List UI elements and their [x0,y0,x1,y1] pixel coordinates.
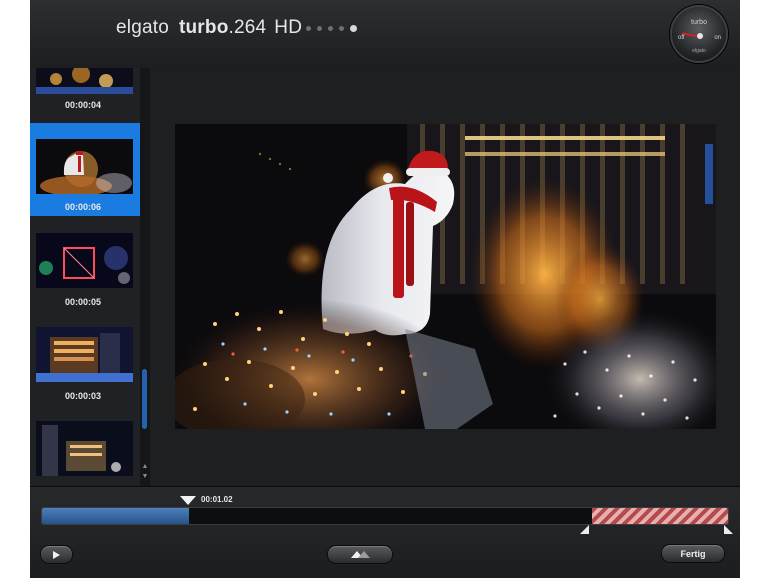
page-dot[interactable] [339,26,344,31]
scroll-down-arrow-icon[interactable]: ▼ [141,473,149,481]
turbo-power-gauge[interactable]: turbo off on elgato [670,5,728,63]
clip-item[interactable]: 00:00:05 [30,218,140,311]
clip-item[interactable]: 00:00:03 [30,312,140,405]
scroll-up-arrow-icon[interactable]: ▲ [141,463,149,471]
clip-list: 00:00:04 00:00:06 00:00:05 00:00:03 [30,68,140,486]
clip-item[interactable]: 00:00:04 [30,68,140,121]
timeline-scrubber[interactable] [41,507,729,525]
page-dot[interactable] [328,26,333,31]
trim-end-handle-icon[interactable] [580,525,589,534]
clip-thumbnail [36,139,133,194]
gauge-label-on: on [714,35,721,41]
timeline-end-handle-icon[interactable] [724,525,733,534]
playhead-marker-icon[interactable] [180,496,196,505]
page-indicator [306,25,357,32]
play-button[interactable] [40,545,73,564]
clip-duration: 00:00:05 [64,297,102,307]
page-dot[interactable] [306,26,311,31]
clip-thumbnail [36,233,133,288]
scrollbar-thumb[interactable] [142,369,147,429]
clip-duration: 00:00:04 [64,100,102,110]
trim-button[interactable] [327,545,393,564]
gauge-label-brand: elgato [692,48,706,54]
brand-name: elgato [116,17,169,38]
clip-thumbnail [36,68,133,94]
trim-icon-shadow [357,550,370,558]
clip-item-selected[interactable]: 00:00:06 [30,123,140,216]
timeline-played-region [42,508,189,524]
timeline-panel: 00:01.02 Fertig [30,486,740,578]
title-bar: elgato turbo.264 HD turbo off on elgato [30,0,740,69]
clip-thumbnail [36,421,133,476]
video-preview[interactable] [175,124,716,429]
product-variant: HD [274,17,303,38]
preview-pane [150,68,740,486]
play-icon [53,550,60,559]
clip-duration: 00:00:06 [64,202,102,212]
playhead-time: 00:01.02 [201,495,233,504]
page-dot[interactable] [317,26,322,31]
clip-item[interactable] [30,406,140,486]
gauge-hub [697,33,703,39]
gauge-label-turbo: turbo [691,19,707,26]
timeline-trimmed-region [592,508,728,524]
clip-list-scrollbar[interactable]: ▲ ▼ [140,68,150,486]
done-button[interactable]: Fertig [661,544,725,563]
clip-thumbnail [36,327,133,382]
page-dot-active[interactable] [350,25,357,32]
gauge-label-off: off [678,35,685,41]
product-name: turbo [178,17,229,38]
clip-duration: 00:00:03 [64,391,102,401]
app-title: elgato turbo.264 HD [116,17,302,39]
product-suffix: .264 [228,17,267,38]
app-window: elgatoturbo.264HD turbo off on elgato [30,0,740,578]
